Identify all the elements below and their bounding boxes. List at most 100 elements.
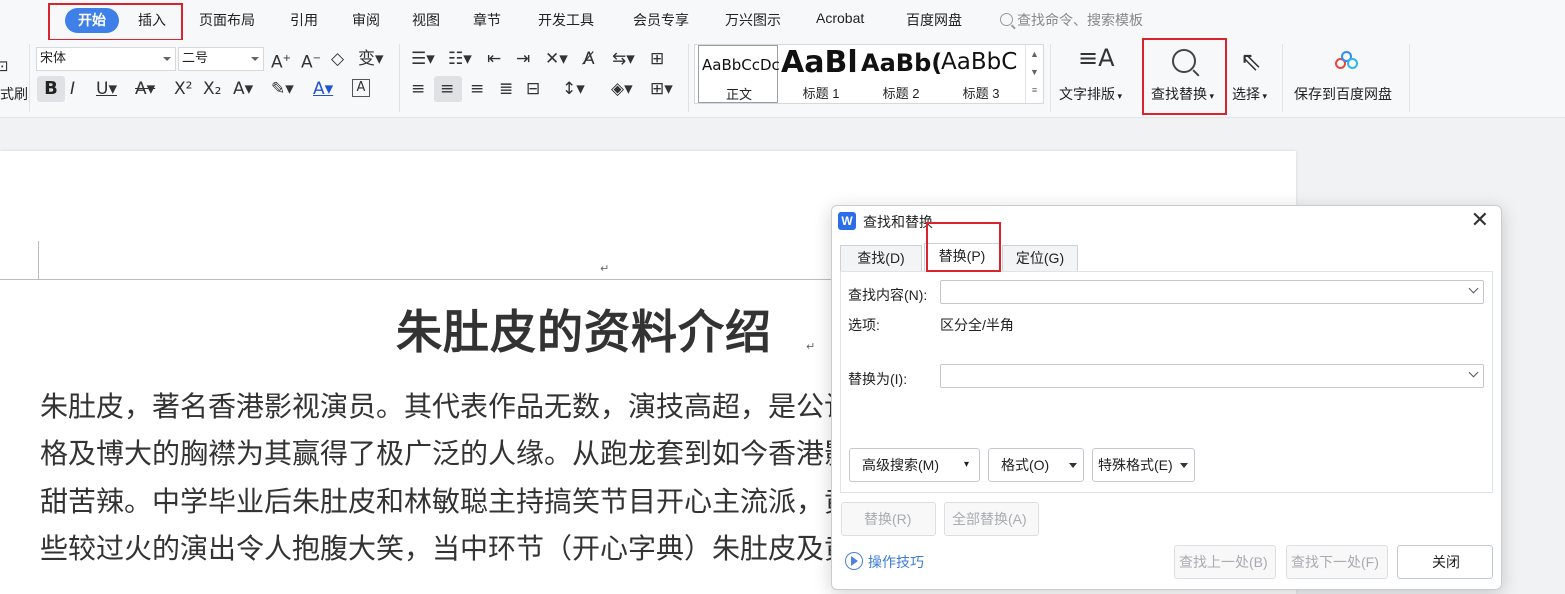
- format-painter-label[interactable]: 式刷: [0, 84, 28, 104]
- text-effects-icon[interactable]: A▾: [233, 79, 253, 99]
- command-search-placeholder: 查找命令、搜索模板: [1017, 12, 1143, 28]
- find-content-input[interactable]: [940, 280, 1484, 304]
- format-button[interactable]: 格式(O): [988, 448, 1084, 482]
- tab-baidu-netdisk[interactable]: 百度网盘: [906, 10, 962, 30]
- italic-icon[interactable]: I: [70, 79, 75, 99]
- char-border-icon[interactable]: A: [352, 79, 370, 97]
- find-next-button[interactable]: 查找下一处(F): [1286, 545, 1388, 579]
- text-layout-button[interactable]: 文字排版 ▾: [1059, 84, 1122, 104]
- save-to-baidu-button[interactable]: 保存到百度网盘: [1294, 84, 1392, 104]
- text-layout-label: 文字排版: [1059, 86, 1115, 102]
- numbered-list-icon[interactable]: ☷▾: [448, 49, 472, 69]
- document-line[interactable]: 朱肚皮，著名香港影视演员。其代表作品无数，演技高超，是公认: [40, 385, 852, 425]
- play-circle-icon[interactable]: [845, 552, 863, 570]
- grow-font-icon[interactable]: A+: [271, 49, 291, 73]
- text-direction-icon[interactable]: A̸: [583, 49, 595, 69]
- chevron-down-icon: [251, 57, 259, 61]
- superscript-icon[interactable]: X²: [174, 79, 192, 99]
- search-icon: [1000, 13, 1013, 26]
- advanced-search-button[interactable]: 高级搜索(M) ▾: [849, 448, 980, 482]
- align-left-icon[interactable]: ≡: [411, 79, 425, 99]
- find-content-label: 查找内容(N):: [848, 287, 928, 303]
- replace-all-button[interactable]: 全部替换(A): [944, 502, 1039, 536]
- styles-scroll[interactable]: ▲ ▼ ≡: [1025, 45, 1043, 103]
- ribbon-divider: [1282, 44, 1283, 112]
- style-heading-1[interactable]: AaBl 标题 1: [781, 45, 861, 103]
- tab-home[interactable]: 开始: [65, 8, 119, 33]
- close-icon[interactable]: ✕: [1471, 208, 1489, 234]
- dialog-title: 查找和替换: [863, 214, 933, 230]
- tab-wondershare-diagram[interactable]: 万兴图示: [725, 10, 781, 30]
- tab-references[interactable]: 引用: [290, 10, 318, 30]
- tab-view[interactable]: 视图: [412, 10, 440, 30]
- tab-insert[interactable]: 插入: [138, 10, 166, 30]
- chevron-down-icon[interactable]: [1468, 283, 1479, 294]
- style-heading-3[interactable]: AaBbC 标题 3: [941, 45, 1021, 103]
- borders-icon[interactable]: ⊞▾: [650, 79, 673, 99]
- chevron-down-icon[interactable]: [1468, 367, 1479, 378]
- document-line[interactable]: 些较过火的演出令人抱腹大笑，当中环节（开心字典）朱肚皮及黄: [40, 527, 852, 567]
- font-name-select[interactable]: 宋体: [36, 47, 176, 71]
- align-right-icon[interactable]: ≡: [470, 79, 484, 99]
- find-previous-button[interactable]: 查找上一处(B): [1174, 545, 1276, 579]
- select-button[interactable]: 选择 ▾: [1232, 84, 1267, 104]
- document-line[interactable]: 格及博大的胸襟为其赢得了极广泛的人缘。从跑龙套到如今香港影: [40, 432, 852, 472]
- chinese-layout-icon[interactable]: ✕▾: [545, 49, 568, 69]
- tab-review[interactable]: 审阅: [352, 10, 380, 30]
- strikethrough-icon[interactable]: A▾: [135, 79, 155, 99]
- chevron-down-icon: [163, 57, 171, 61]
- shading-icon[interactable]: ◈▾: [611, 79, 633, 99]
- highlight-color-icon[interactable]: ✎▾: [271, 79, 294, 99]
- replace-button[interactable]: 替换(R): [841, 502, 936, 536]
- style-heading-2[interactable]: AaBb( 标题 2: [861, 45, 941, 103]
- tab-member[interactable]: 会员专享: [633, 10, 689, 30]
- advanced-search-label: 高级搜索(M): [862, 457, 939, 473]
- subscript-icon[interactable]: X₂: [203, 79, 221, 99]
- replace-with-input[interactable]: [940, 364, 1484, 388]
- tab-acrobat[interactable]: Acrobat: [816, 10, 864, 26]
- operation-tips-link[interactable]: 操作技巧: [868, 552, 924, 572]
- line-spacing-icon[interactable]: ↕▾: [562, 79, 585, 99]
- line-sort-icon[interactable]: ⇆▾: [612, 49, 635, 69]
- options-label: 选项:: [848, 317, 880, 333]
- tab-stop-icon[interactable]: ⊞: [650, 49, 664, 69]
- text-layout-icon[interactable]: ≡A: [1078, 46, 1115, 70]
- close-button[interactable]: 关闭: [1397, 545, 1493, 579]
- font-color-icon[interactable]: A▾: [313, 79, 333, 99]
- style-label: 标题 3: [962, 86, 1000, 101]
- tab-goto[interactable]: 定位(G): [1002, 245, 1078, 271]
- dialog-title-bar[interactable]: W 查找和替换 ✕: [832, 206, 1501, 236]
- tab-replace[interactable]: 替换(P): [924, 243, 1000, 271]
- ribbon-divider: [29, 44, 30, 112]
- cursor-arrow-icon[interactable]: ⇖: [1240, 48, 1262, 76]
- find-replace-dialog: W 查找和替换 ✕ 查找(D) 替换(P) 定位(G) 查找内容(N): 选项:…: [831, 205, 1502, 590]
- format-painter-icon[interactable]: ⊡: [0, 56, 9, 76]
- distributed-align-icon[interactable]: ⊟: [526, 79, 540, 99]
- font-size-select[interactable]: 二号: [178, 47, 264, 71]
- options-value: 区分全/半角: [940, 317, 1014, 333]
- ribbon-divider: [1050, 44, 1051, 112]
- double-chevron-icon: ▾: [963, 459, 969, 470]
- tab-find[interactable]: 查找(D): [840, 245, 922, 271]
- paragraph-mark-icon: ↵: [600, 263, 610, 275]
- clear-format-icon[interactable]: ◇: [331, 49, 344, 69]
- bullet-list-icon[interactable]: ☰▾: [411, 49, 435, 69]
- style-normal[interactable]: AaBbCcDc 正文: [698, 45, 780, 103]
- decrease-indent-icon[interactable]: ⇤: [487, 49, 501, 69]
- special-format-button[interactable]: 特殊格式(E): [1092, 448, 1195, 482]
- align-center-icon[interactable]: ≡: [440, 79, 454, 99]
- tab-developer[interactable]: 开发工具: [538, 10, 594, 30]
- command-search[interactable]: 查找命令、搜索模板: [1000, 10, 1143, 30]
- tab-page-layout[interactable]: 页面布局: [199, 10, 255, 30]
- underline-icon[interactable]: U▾: [96, 79, 117, 99]
- tab-sections[interactable]: 章节: [473, 10, 501, 30]
- pinyin-guide-icon[interactable]: 变▾: [358, 49, 384, 69]
- baidu-cloud-icon[interactable]: [1335, 51, 1359, 71]
- document-line[interactable]: 甜苦辣。中学毕业后朱肚皮和林敏聪主持搞笑节目开心主流派，黄: [40, 480, 852, 520]
- increase-indent-icon[interactable]: ⇥: [516, 49, 530, 69]
- special-format-label: 特殊格式(E): [1098, 457, 1173, 473]
- document-title[interactable]: 朱肚皮的资料介绍: [396, 296, 772, 362]
- bold-button[interactable]: B: [37, 76, 65, 102]
- justify-icon[interactable]: ≣: [499, 79, 513, 99]
- shrink-font-icon[interactable]: A−: [301, 49, 321, 73]
